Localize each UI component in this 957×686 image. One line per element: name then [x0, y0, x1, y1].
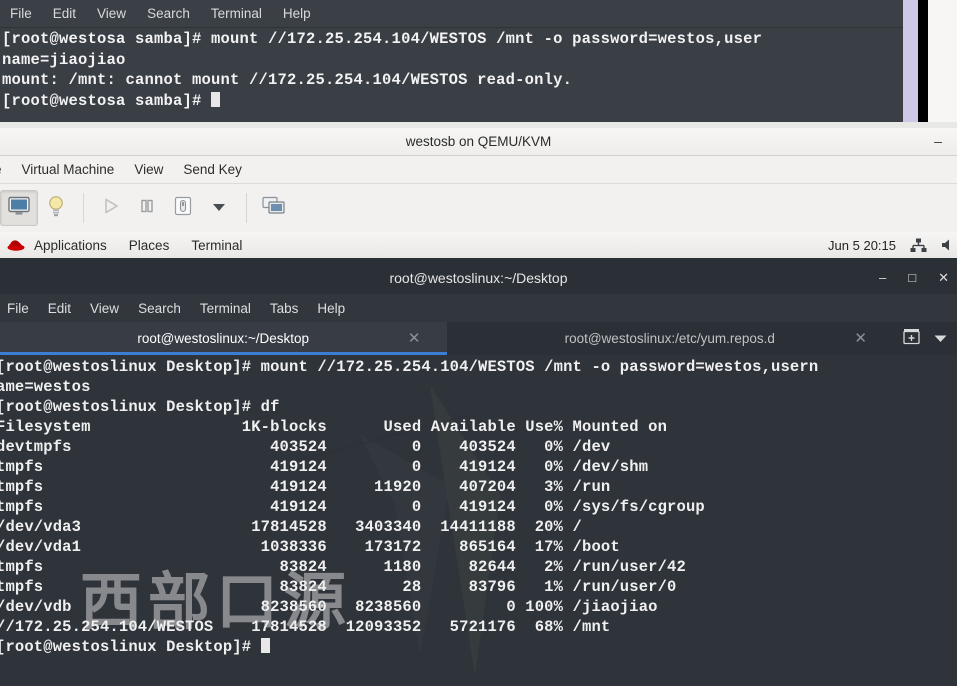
gnome-terminal-output[interactable]: 西部口源 [root@westoslinux Desktop]# mount /…	[0, 355, 957, 686]
minimize-button[interactable]: –	[929, 132, 947, 150]
volume-icon[interactable]	[941, 238, 953, 252]
terminal-cursor	[211, 91, 221, 107]
tab-label: root@westoslinux:~/Desktop	[137, 331, 310, 346]
maximize-button[interactable]: □	[908, 270, 916, 285]
show-hardware-details-button[interactable]	[38, 191, 74, 225]
menu-item-view[interactable]: View	[134, 162, 163, 177]
tab-label: root@westoslinux:/etc/yum.repos.d	[564, 331, 775, 346]
tab-close-icon[interactable]: ✕	[408, 331, 421, 346]
terminal-line: tmpfs 419124 0 419124 0% /sys/fs/cgroup	[0, 498, 705, 516]
terminal-line: name=jiaojiao	[2, 50, 126, 69]
window-title: westosb on QEMU/KVM	[405, 134, 552, 149]
clock[interactable]: Jun 5 20:15	[828, 238, 896, 253]
tab-desktop[interactable]: root@westoslinux:~/Desktop ✕	[0, 322, 447, 355]
play-icon	[102, 197, 120, 220]
pause-icon	[139, 198, 155, 219]
menu-item-help[interactable]: Help	[317, 301, 345, 316]
terminal-line: mount: /mnt: cannot mount //172.25.254.1…	[2, 71, 573, 89]
menu-item-tabs[interactable]: Tabs	[270, 301, 299, 316]
fullscreen-screens-button[interactable]	[256, 191, 292, 225]
terminal-line: /dev/vda3 17814528 3403340 14411188 20% …	[0, 518, 582, 536]
run-vm-button[interactable]	[93, 191, 129, 225]
toolbar-separator	[83, 193, 84, 223]
gnome-terminal-tabbar[interactable]: root@westoslinux:~/Desktop ✕ root@westos…	[0, 322, 957, 355]
terminal-line: //172.25.254.104/WESTOS 17814528 1209335…	[0, 618, 611, 636]
terminal-line: tmpfs 83824 1180 82644 2% /run/user/42	[0, 558, 686, 576]
menu-item-view[interactable]: View	[90, 301, 119, 316]
gnome-panel-left: Applications Places Terminal	[0, 238, 264, 253]
menu-item-virtual-machine[interactable]: Virtual Machine	[22, 162, 115, 177]
menu-item-view[interactable]: View	[97, 6, 126, 21]
gnome-terminal-window: root@westoslinux:~/Desktop – □ ✕ File Ed…	[0, 261, 957, 686]
terminal-line: Filesystem 1K-blocks Used Available Use%…	[0, 418, 668, 436]
tab-close-icon[interactable]: ✕	[854, 331, 867, 346]
lightbulb-icon	[46, 195, 66, 222]
menu-item-send-key[interactable]: Send Key	[183, 162, 242, 177]
desktop-background-strip	[928, 0, 957, 122]
window-controls: – □ ✕	[879, 261, 949, 294]
gnome-menu-terminal[interactable]: Terminal	[191, 238, 242, 253]
desktop-edge-strip	[918, 0, 928, 122]
gnome-terminal-menubar[interactable]: File Edit View Search Terminal Tabs Help	[0, 294, 957, 322]
menu-item-file[interactable]: e	[0, 162, 2, 177]
menu-item-edit[interactable]: Edit	[48, 301, 71, 316]
new-tab-icon[interactable]	[903, 328, 920, 350]
pause-vm-button[interactable]	[129, 191, 165, 225]
close-button[interactable]: ✕	[938, 270, 949, 286]
menu-item-search[interactable]: Search	[147, 6, 190, 21]
menu-item-edit[interactable]: Edit	[53, 6, 76, 21]
terminal-line: ame=westos	[0, 378, 91, 396]
terminal-line: tmpfs 419124 0 419124 0% /dev/shm	[0, 458, 649, 476]
terminal-prompt-line: [root@westoslinux Desktop]#	[0, 637, 957, 657]
gnome-menu-applications[interactable]: Applications	[34, 238, 107, 253]
virt-manager-titlebar[interactable]: westosb on QEMU/KVM –	[0, 128, 957, 156]
virt-manager-menubar[interactable]: e Virtual Machine View Send Key	[0, 156, 957, 184]
tabbar-controls[interactable]	[893, 322, 957, 355]
terminal-prompt-text: [root@westosa samba]#	[2, 91, 212, 110]
vm-guest-terminal-output: [root@westosa samba]# mount //172.25.254…	[0, 28, 903, 111]
chevron-down-icon	[212, 199, 226, 217]
terminal-line: tmpfs 419124 11920 407204 3% /run	[0, 478, 611, 496]
network-wired-icon[interactable]	[910, 238, 927, 253]
menu-item-file[interactable]: File	[7, 301, 29, 316]
terminal-line: [root@westoslinux Desktop]# mount //172.…	[0, 358, 819, 376]
tab-yum-repos-d[interactable]: root@westoslinux:/etc/yum.repos.d ✕	[446, 322, 893, 355]
vm-guest-scrollbar[interactable]	[903, 0, 918, 122]
gnome-panel-right: Jun 5 20:15	[828, 238, 957, 253]
toolbar-separator	[246, 193, 247, 223]
terminal-line: [root@westosa samba]# mount //172.25.254…	[2, 30, 763, 48]
menu-item-search[interactable]: Search	[138, 301, 181, 316]
minimize-button[interactable]: –	[879, 270, 886, 285]
terminal-line: tmpfs 83824 28 83796 1% /run/user/0	[0, 578, 677, 596]
terminal-line: devtmpfs 403524 0 403524 0% /dev	[0, 438, 611, 456]
terminal-line: [root@westoslinux Desktop]# df	[0, 398, 280, 416]
shutdown-vm-button[interactable]	[165, 191, 201, 225]
monitor-icon	[8, 196, 30, 221]
redhat-logo-icon[interactable]	[6, 238, 26, 252]
screens-icon	[262, 196, 286, 221]
gnome-terminal-titlebar[interactable]: root@westoslinux:~/Desktop – □ ✕	[0, 261, 957, 294]
virt-manager-toolbar[interactable]	[0, 184, 957, 232]
power-icon	[173, 196, 193, 221]
show-graphical-console-button[interactable]	[0, 190, 38, 226]
chevron-down-icon[interactable]	[934, 330, 947, 348]
terminal-line: /dev/vda1 1038336 173172 865164 17% /boo…	[0, 538, 620, 556]
terminal-line: /dev/vdb 8238560 8238560 0 100% /jiaojia…	[0, 598, 658, 616]
terminal-cursor	[260, 638, 270, 653]
menu-item-file[interactable]: File	[10, 6, 32, 21]
vm-guest-terminal[interactable]: File Edit View Search Terminal Help [roo…	[0, 0, 903, 125]
shutdown-options-button[interactable]	[201, 191, 237, 225]
window-title: root@westoslinux:~/Desktop	[389, 269, 568, 286]
vm-guest-terminal-menubar[interactable]: File Edit View Search Terminal Help	[0, 0, 903, 28]
screen-root: File Edit View Search Terminal Help [roo…	[0, 0, 957, 686]
gnome-top-panel[interactable]: Applications Places Terminal Jun 5 20:15	[0, 232, 957, 259]
virt-manager-window: westosb on QEMU/KVM – e Virtual Machine …	[0, 128, 957, 232]
gnome-menu-places[interactable]: Places	[129, 238, 170, 253]
menu-item-terminal[interactable]: Terminal	[211, 6, 262, 21]
terminal-prompt-text: [root@westoslinux Desktop]#	[0, 638, 261, 656]
terminal-prompt-line: [root@westosa samba]#	[2, 91, 903, 112]
menu-item-terminal[interactable]: Terminal	[200, 301, 251, 316]
menu-item-help[interactable]: Help	[283, 6, 311, 21]
